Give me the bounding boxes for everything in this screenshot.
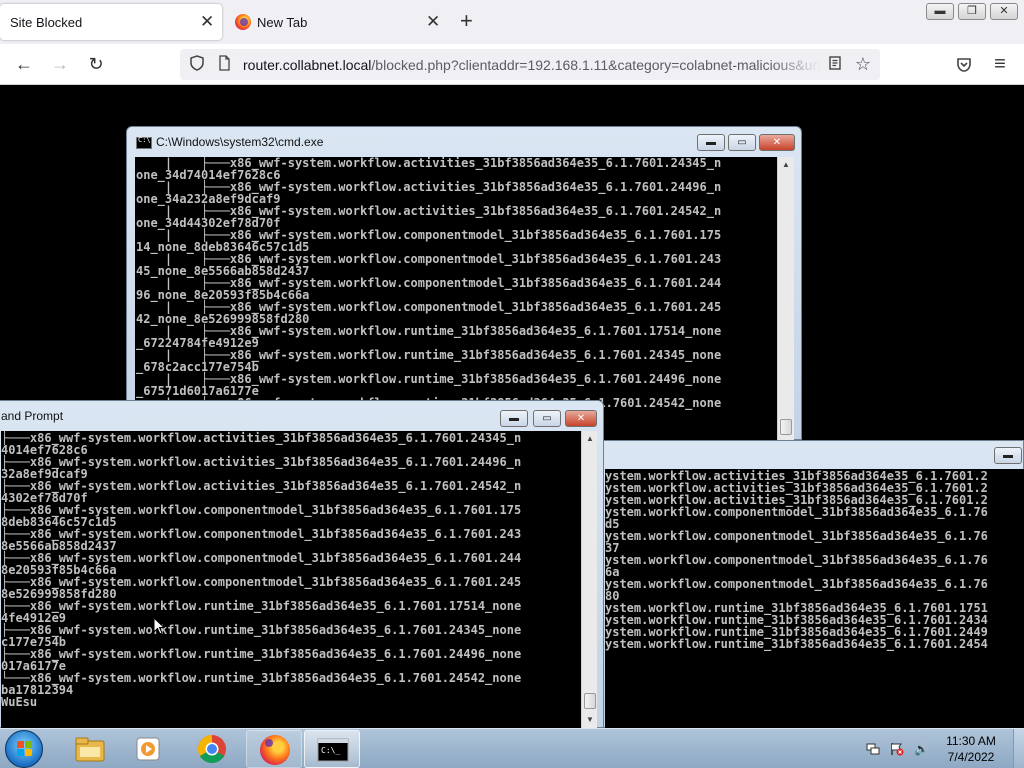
cmd-titlebar[interactable]: ▬ [597, 441, 1023, 469]
console-output: ystem.workflow.activities_31bf3856ad364e… [605, 470, 988, 650]
start-button[interactable] [5, 730, 43, 768]
cmd-icon: C:\_ [317, 738, 349, 762]
taskbar-explorer[interactable] [62, 730, 118, 768]
shield-icon[interactable] [188, 55, 206, 73]
maximize-button[interactable]: ▭ [728, 134, 756, 151]
tab-bar: Site Blocked ✕ New Tab ✕ + ▬ ❐ ✕ [0, 0, 1024, 44]
menu-icon[interactable]: ≡ [987, 52, 1013, 78]
url-path: /blocked.php?clientaddr=192.168.1.11&cat… [371, 57, 821, 73]
firefox-icon [260, 735, 290, 765]
console-line: ystem.workflow.componentmodel_31bf3856ad… [605, 505, 988, 519]
taskbar-firefox[interactable] [246, 730, 302, 768]
show-desktop-button[interactable] [1013, 729, 1024, 768]
close-window-button[interactable]: ✕ [990, 3, 1018, 20]
taskbar-cmd[interactable]: C:\_ [304, 730, 360, 768]
back-button[interactable]: ← [11, 52, 37, 78]
maximize-button[interactable]: ▭ [533, 410, 561, 427]
scrollbar-thumb[interactable] [780, 419, 792, 435]
vertical-scrollbar[interactable]: ▲ ▼ [581, 431, 597, 729]
reader-view-icon[interactable] [826, 55, 844, 73]
cmd-titlebar[interactable]: C:\Windows\system32\cmd.exe ▬ ▭ ✕ [127, 127, 801, 157]
system-clock[interactable]: 11:30 AM 7/4/2022 [938, 734, 1004, 764]
console-line: ├───x86_wwf-system.workflow.runtime_31bf… [1, 647, 522, 661]
new-tab-button[interactable]: + [460, 10, 473, 32]
taskbar: C:\_ 🔊 11:30 AM 7/4/2022 [0, 728, 1024, 768]
clock-date: 7/4/2022 [947, 750, 995, 764]
url-domain: router.collabnet.local [243, 57, 372, 73]
scroll-up-icon[interactable]: ▲ [778, 157, 794, 173]
windows-logo-icon [25, 741, 32, 748]
console-output: ├───x86_wwf-system.workflow.activities_3… [1, 432, 521, 708]
scrollbar-thumb[interactable] [584, 693, 596, 709]
scroll-down-icon[interactable]: ▼ [582, 712, 597, 728]
pocket-icon[interactable] [951, 52, 977, 78]
cmd-window-title: C:\Windows\system32\cmd.exe [156, 135, 324, 149]
console-line: ba17812394 [1, 683, 74, 697]
bookmark-star-icon[interactable]: ☆ [854, 55, 872, 73]
console-output: | ├───x86_wwf-system.workflow.activities… [136, 157, 721, 409]
minimize-button[interactable]: ▬ [994, 447, 1022, 464]
minimize-button[interactable]: ▬ [697, 134, 725, 151]
console-line: ystem.workflow.componentmodel_31bf3856ad… [605, 553, 988, 567]
firefox-icon [235, 14, 251, 30]
url-fade [770, 53, 821, 76]
volume-icon[interactable]: 🔊 [914, 742, 929, 756]
vertical-scrollbar[interactable]: ▲ [777, 157, 794, 441]
minimize-window-button[interactable]: ▬ [926, 3, 954, 20]
windows-logo-icon [25, 749, 32, 756]
navigation-toolbar: ← → ↻ router.collabnet.local/blocked.php… [0, 44, 1024, 85]
console-line: WuEsu [1, 695, 38, 709]
explorer-icon [75, 737, 105, 762]
reload-button[interactable]: ↻ [83, 52, 109, 78]
close-tab-icon[interactable]: ✕ [200, 12, 214, 32]
page-icon[interactable] [215, 55, 233, 73]
tab-new-tab[interactable]: New Tab ✕ [225, 4, 447, 40]
clock-time: 11:30 AM [946, 734, 996, 748]
svg-text:C:\_: C:\_ [321, 746, 340, 755]
console-area[interactable]: ystem.workflow.activities_31bf3856ad364e… [605, 469, 1024, 729]
cmd-icon [136, 136, 152, 149]
action-center-icon[interactable] [890, 742, 904, 756]
cmd-titlebar[interactable]: and Prompt ▬ ▭ ✕ [0, 401, 603, 431]
cmd-window-front[interactable]: and Prompt ▬ ▭ ✕ ├───x86_wwf-system.work… [0, 400, 604, 729]
console-line: ystem.workflow.runtime_31bf3856ad364e35_… [605, 637, 988, 651]
maximize-window-button[interactable]: ❐ [958, 3, 986, 20]
close-tab-icon[interactable]: ✕ [426, 12, 440, 32]
taskbar-chrome[interactable] [184, 730, 240, 768]
tab-site-blocked[interactable]: Site Blocked ✕ [0, 4, 222, 40]
chrome-icon [198, 735, 226, 763]
cmd-window-title: and Prompt [1, 409, 64, 423]
cmd-window-back[interactable]: C:\Windows\system32\cmd.exe ▬ ▭ ✕ | ├───… [126, 126, 802, 441]
console-area[interactable]: | ├───x86_wwf-system.workflow.activities… [135, 157, 794, 441]
close-button[interactable]: ✕ [565, 410, 597, 427]
windows-logo-icon [17, 749, 24, 756]
forward-button[interactable]: → [47, 52, 73, 78]
windows-logo-icon [17, 741, 24, 748]
tab-title: New Tab [257, 15, 308, 30]
media-player-icon [136, 737, 160, 761]
tab-title: Site Blocked [10, 15, 83, 30]
console-area[interactable]: ├───x86_wwf-system.workflow.activities_3… [1, 431, 597, 729]
close-button[interactable]: ✕ [759, 134, 795, 151]
url-text[interactable]: router.collabnet.local/blocked.php?clien… [243, 57, 821, 73]
url-bar[interactable]: router.collabnet.local/blocked.php?clien… [180, 49, 880, 80]
console-line: ├───x86_wwf-system.workflow.runtime_31bf… [1, 599, 522, 613]
console-line: ├───x86_wwf-system.workflow.runtime_31bf… [1, 623, 522, 637]
network-icon[interactable] [866, 742, 880, 756]
minimize-button[interactable]: ▬ [500, 410, 528, 427]
scroll-up-icon[interactable]: ▲ [582, 431, 597, 447]
console-line: ystem.workflow.componentmodel_31bf3856ad… [605, 577, 988, 591]
console-line: └───x86_wwf-system.workflow.runtime_31bf… [1, 671, 522, 685]
cmd-window-right[interactable]: ▬ ystem.workflow.activities_31bf3856ad36… [596, 440, 1024, 729]
console-line: ystem.workflow.componentmodel_31bf3856ad… [605, 529, 988, 543]
mouse-cursor-icon [153, 617, 165, 635]
taskbar-media-player[interactable] [121, 730, 177, 768]
